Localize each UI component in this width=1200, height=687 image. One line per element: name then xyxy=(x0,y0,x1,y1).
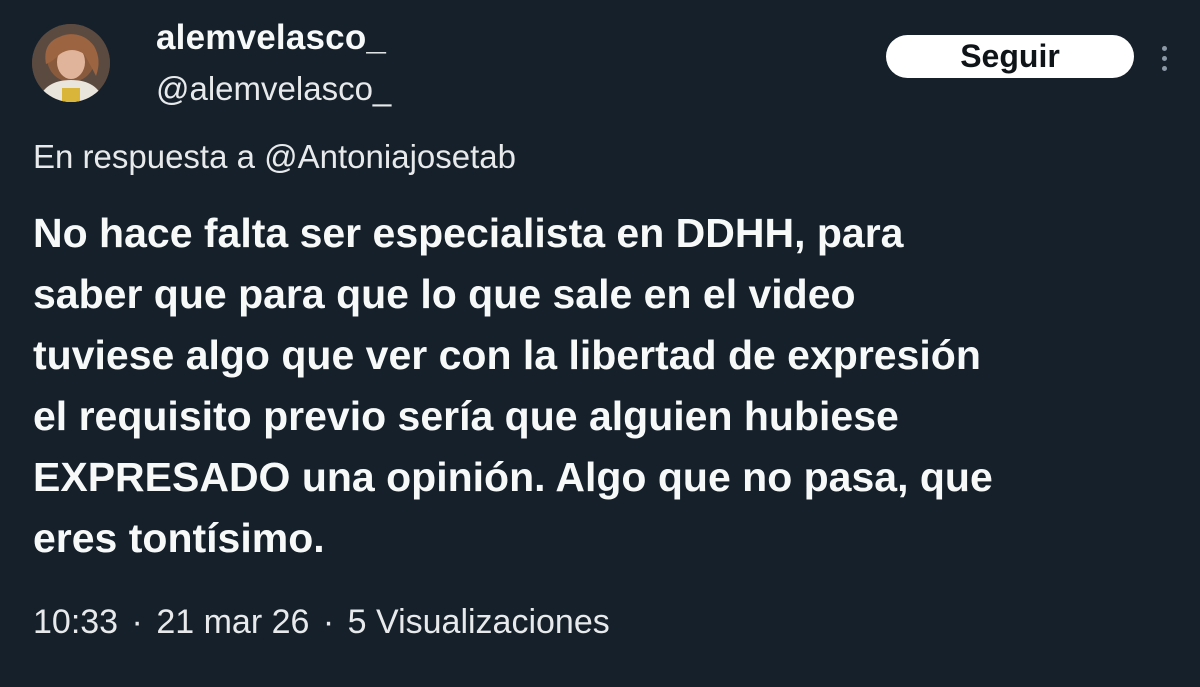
meta-separator: · xyxy=(322,603,335,641)
tweet-time[interactable]: 10:33 xyxy=(33,603,118,641)
user-handle[interactable]: @alemvelasco_ xyxy=(156,70,391,108)
avatar-image xyxy=(32,24,110,102)
tweet-views[interactable]: 5 Visualizaciones xyxy=(348,603,610,641)
reply-to-line[interactable]: En respuesta a @Antoniajosetab xyxy=(33,138,516,176)
follow-button[interactable]: Seguir xyxy=(886,35,1134,78)
tweet-metadata: 10:33 · 21 mar 26 · 5 Visualizaciones xyxy=(33,603,610,642)
avatar[interactable] xyxy=(32,24,110,102)
meta-separator: · xyxy=(131,603,143,641)
more-dot xyxy=(1161,45,1167,51)
tweet-text: No hace falta ser especialista en DDHH, … xyxy=(33,210,993,561)
tweet-date[interactable]: 21 mar 26 xyxy=(156,603,309,641)
display-name[interactable]: alemvelasco_ xyxy=(156,18,386,58)
tweet-card: alemvelasco_ @alemvelasco_ Seguir En res… xyxy=(0,0,1200,687)
more-dot xyxy=(1161,55,1167,61)
more-vertical-icon[interactable] xyxy=(1154,40,1174,76)
more-dot xyxy=(1161,65,1167,71)
